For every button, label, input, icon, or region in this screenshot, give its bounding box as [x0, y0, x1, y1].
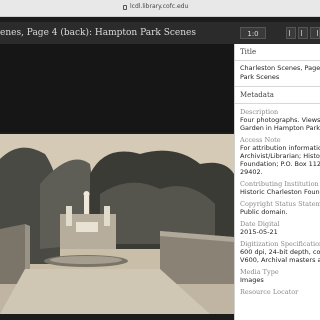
page-title: enes, Page 4 (back): Hampton Park Scenes: [0, 28, 196, 38]
previous-page-icon: [301, 30, 306, 36]
album-page-background: [0, 44, 234, 132]
zoom-level-display[interactable]: 1:0: [240, 27, 266, 39]
field-contributing-institution: Contributing Institution Historic Charle…: [240, 180, 320, 196]
viewer-toolbar: enes, Page 4 (back): Hampton Park Scenes…: [0, 22, 320, 45]
field-resource-locator: Resource Locator: [240, 288, 299, 296]
field-description: Description Four photographs. Views of t…: [240, 108, 320, 132]
field-media-type: Media Type Images: [240, 268, 279, 284]
metadata-sidebar[interactable]: Title Charleston Scenes, Page 4 (b Park …: [234, 44, 320, 320]
field-digitization-specifications: Digitization Specifications 600 dpi, 24-…: [240, 240, 320, 264]
next-page-button[interactable]: [310, 27, 320, 39]
metadata-heading: Metadata: [235, 87, 320, 104]
field-access-note: Access Note For attribution information …: [240, 136, 320, 176]
title-heading: Title: [235, 44, 320, 61]
photograph-image: [0, 134, 234, 314]
field-copyright-status: Copyright Status Statement Public domain…: [240, 200, 320, 216]
previous-page-button[interactable]: [298, 27, 308, 39]
hampton-park-photograph[interactable]: [0, 134, 234, 314]
first-page-button[interactable]: [286, 27, 296, 39]
lock-icon: [123, 5, 127, 10]
field-date-digital: Date Digital 2015-05-21: [240, 220, 280, 236]
url-text[interactable]: lcdl.library.cofc.edu: [130, 3, 188, 10]
first-page-icon: [289, 30, 294, 36]
browser-address-bar[interactable]: lcdl.library.cofc.edu: [0, 0, 320, 17]
next-page-icon: [313, 30, 318, 36]
image-viewer[interactable]: [0, 44, 234, 320]
title-value: Charleston Scenes, Page 4 (b Park Scenes: [235, 61, 320, 87]
